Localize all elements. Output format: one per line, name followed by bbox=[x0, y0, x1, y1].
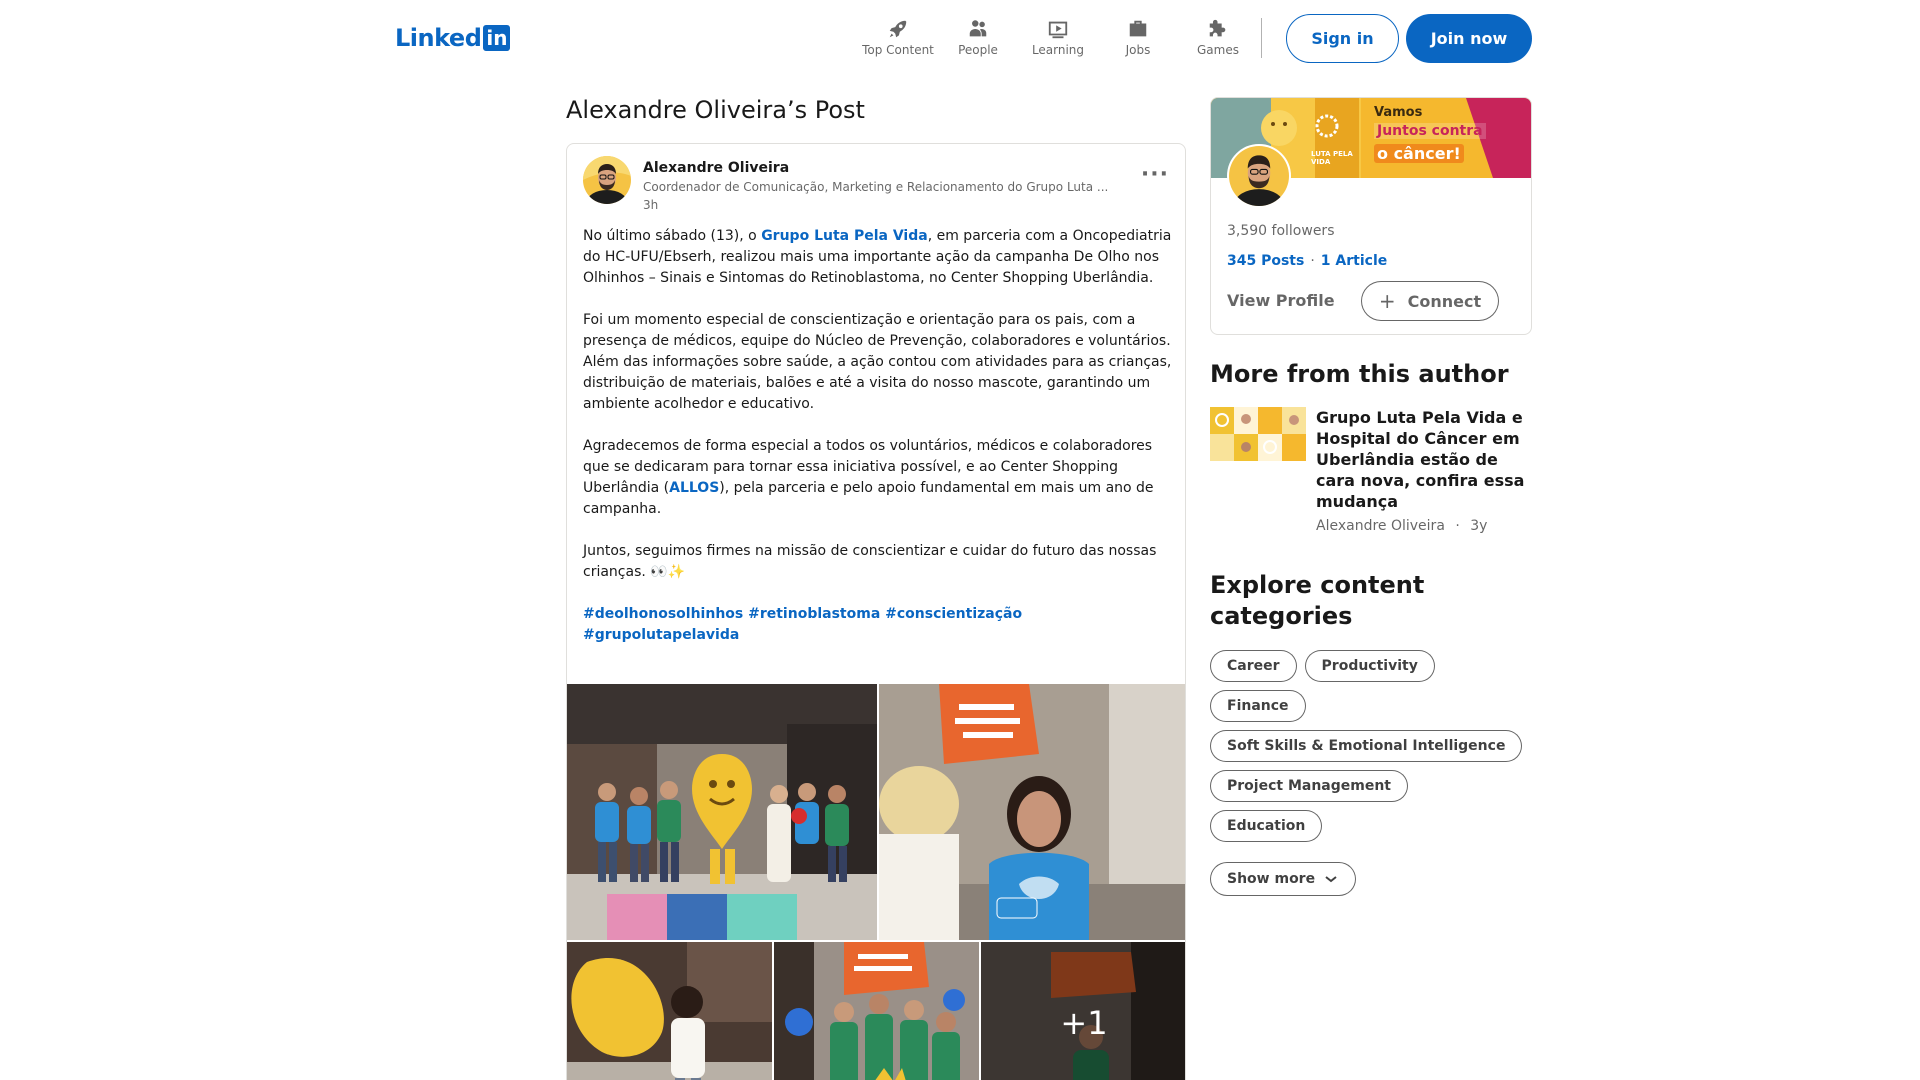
mention-allos[interactable]: ALLOS bbox=[669, 480, 719, 496]
followers-count: 3,590 followers bbox=[1227, 223, 1335, 239]
logo-text: Linked bbox=[395, 24, 482, 52]
article-title[interactable]: Grupo Luta Pela Vida e Hospital do Cânce… bbox=[1316, 407, 1532, 512]
view-profile-link[interactable]: View Profile bbox=[1227, 291, 1335, 310]
post-media-grid: +1 bbox=[567, 684, 1185, 1080]
pill-row: Finance bbox=[1210, 690, 1550, 722]
mention-grupo-luta-pela-vida[interactable]: Grupo Luta Pela Vida bbox=[761, 228, 928, 244]
profile-stats: 345 Posts · 1 Article bbox=[1227, 253, 1387, 269]
author-name[interactable]: Alexandre Oliveira bbox=[643, 160, 789, 176]
post-paragraph: No último sábado (13), o Grupo Luta Pela… bbox=[583, 226, 1173, 289]
join-now-button[interactable]: Join now bbox=[1406, 14, 1532, 63]
nav-learning[interactable]: Learning bbox=[1018, 18, 1098, 57]
category-pills: Career Productivity Finance Soft Skills … bbox=[1210, 650, 1550, 850]
post-photo-mascot-child[interactable] bbox=[567, 942, 772, 1080]
rocket-icon bbox=[889, 20, 907, 38]
author-article[interactable]: Grupo Luta Pela Vida e Hospital do Cânce… bbox=[1210, 407, 1532, 537]
banner-headline-2: Juntos contra bbox=[1374, 123, 1486, 139]
articles-link[interactable]: 1 Article bbox=[1321, 253, 1387, 269]
learning-icon bbox=[1048, 21, 1068, 39]
briefcase-icon bbox=[1129, 20, 1147, 37]
nav-label: Jobs bbox=[1125, 43, 1151, 57]
top-header: Linked in Top Content People Learning Jo… bbox=[0, 0, 1920, 72]
posts-link[interactable]: 345 Posts bbox=[1227, 253, 1304, 269]
explore-heading: Explore content categories bbox=[1210, 571, 1425, 630]
category-finance[interactable]: Finance bbox=[1210, 690, 1306, 722]
nav-divider bbox=[1261, 18, 1262, 58]
banner-headline-3: o câncer! bbox=[1374, 144, 1464, 163]
category-project-management[interactable]: Project Management bbox=[1210, 770, 1408, 802]
linkedin-logo[interactable]: Linked in bbox=[395, 24, 511, 52]
profile-avatar[interactable] bbox=[1227, 144, 1291, 208]
category-productivity[interactable]: Productivity bbox=[1304, 650, 1435, 682]
nav-label: Games bbox=[1197, 43, 1239, 57]
post-photo-team-sign[interactable] bbox=[774, 942, 979, 1080]
article-meta: Alexandre Oliveira · 3y bbox=[1316, 518, 1487, 534]
nav-people[interactable]: People bbox=[938, 18, 1018, 57]
article-thumbnail[interactable] bbox=[1210, 407, 1306, 461]
post-paragraph: Foi um momento especial de conscientizaç… bbox=[583, 312, 1172, 412]
category-education[interactable]: Education bbox=[1210, 810, 1323, 842]
post-photo-group[interactable] bbox=[567, 684, 877, 940]
banner-headline-1: Vamos bbox=[1374, 105, 1423, 120]
plus-icon: + bbox=[1378, 289, 1396, 313]
people-icon bbox=[969, 20, 987, 37]
page-title: Alexandre Oliveira’s Post bbox=[566, 96, 865, 124]
nav-label: Top Content bbox=[862, 43, 934, 57]
separator-dot: · bbox=[1310, 253, 1315, 269]
chevron-down-icon bbox=[1325, 876, 1337, 883]
post-photo-more[interactable]: +1 bbox=[981, 942, 1185, 1080]
author-profile-card: LUTA PELA VIDA Vamos Juntos contra o cân… bbox=[1210, 97, 1532, 335]
pill-row: Education bbox=[1210, 810, 1550, 842]
pill-row: Career Productivity bbox=[1210, 650, 1550, 682]
nav-label: Learning bbox=[1031, 43, 1085, 57]
connect-button[interactable]: + Connect bbox=[1361, 281, 1499, 321]
author-headline: Coordenador de Comunicação, Marketing e … bbox=[643, 180, 1109, 194]
show-more-label: Show more bbox=[1227, 871, 1316, 887]
puzzle-icon bbox=[1209, 19, 1226, 37]
nav-label: People bbox=[958, 43, 998, 57]
more-options-icon[interactable]: ··· bbox=[1141, 162, 1169, 187]
post-paragraph: Juntos, seguimos firmes na missão de con… bbox=[583, 543, 1157, 580]
logo-box: in bbox=[483, 25, 511, 51]
post-hashtags[interactable]: #deolhonosolhinhos #retinoblastoma #cons… bbox=[583, 604, 1173, 646]
text-segment: No último sábado (13), o bbox=[583, 228, 762, 244]
post-time: 3h bbox=[643, 198, 659, 212]
show-more-button[interactable]: Show more bbox=[1210, 862, 1357, 896]
post-photo-volunteer[interactable] bbox=[879, 684, 1185, 940]
nav-jobs[interactable]: Jobs bbox=[1098, 18, 1178, 57]
pill-row: Project Management bbox=[1210, 770, 1550, 802]
nav-games[interactable]: Games bbox=[1178, 18, 1258, 57]
more-photos-count[interactable]: +1 bbox=[981, 942, 1185, 1080]
post-paragraph: Agradecemos de forma especial a todos os… bbox=[583, 436, 1173, 520]
category-career[interactable]: Career bbox=[1210, 650, 1297, 682]
banner-logo-text: LUTA PELA VIDA bbox=[1311, 150, 1353, 166]
connect-label: Connect bbox=[1407, 291, 1482, 311]
sign-in-button[interactable]: Sign in bbox=[1286, 14, 1399, 63]
post-author: Alexandre Oliveira Coordenador de Comuni… bbox=[583, 156, 1173, 216]
author-avatar[interactable] bbox=[583, 156, 631, 204]
more-from-author-heading: More from this author bbox=[1210, 360, 1509, 388]
post-card: Alexandre Oliveira Coordenador de Comuni… bbox=[566, 143, 1186, 1080]
article-author: Alexandre Oliveira bbox=[1316, 518, 1445, 534]
nav-top-content[interactable]: Top Content bbox=[858, 18, 938, 57]
article-age: 3y bbox=[1470, 518, 1488, 534]
separator-dot: · bbox=[1455, 518, 1460, 534]
category-soft-skills[interactable]: Soft Skills & Emotional Intelligence bbox=[1210, 730, 1523, 762]
post-body: No último sábado (13), o Grupo Luta Pela… bbox=[583, 226, 1173, 667]
main-nav: Top Content People Learning Jobs Games bbox=[858, 18, 1258, 57]
pill-row: Soft Skills & Emotional Intelligence bbox=[1210, 730, 1550, 762]
